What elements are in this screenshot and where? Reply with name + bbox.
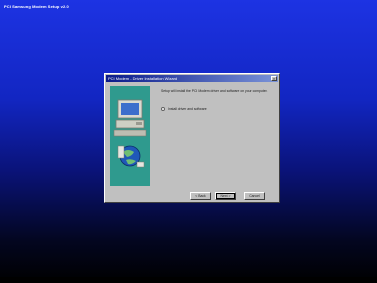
install-dialog: PCI Modem - Driver Installation Wizard × — [104, 73, 280, 203]
setup-screen-title: PCI Samsung Modem Setup v2.0 — [4, 4, 69, 9]
install-option-label: Install driver and software — [168, 107, 207, 111]
cancel-button[interactable]: Cancel — [244, 192, 265, 200]
back-button[interactable]: < Back — [190, 192, 211, 200]
install-option[interactable]: Install driver and software — [161, 107, 207, 111]
globe-icon — [117, 145, 145, 168]
radio-icon[interactable] — [161, 107, 165, 111]
computer-icon — [113, 99, 147, 137]
close-icon[interactable]: × — [271, 76, 277, 81]
screen-footer — [0, 277, 377, 283]
dialog-titlebar[interactable]: PCI Modem - Driver Installation Wizard × — [106, 75, 278, 82]
next-button[interactable]: Next > — [215, 192, 236, 200]
dialog-message: Setup will install the PCI Modem driver … — [161, 89, 268, 93]
wizard-art-panel — [110, 86, 150, 186]
dialog-title: PCI Modem - Driver Installation Wizard — [108, 76, 178, 81]
computer-illustration — [113, 99, 147, 168]
setup-screen: PCI Samsung Modem Setup v2.0 PCI Modem -… — [0, 0, 377, 283]
